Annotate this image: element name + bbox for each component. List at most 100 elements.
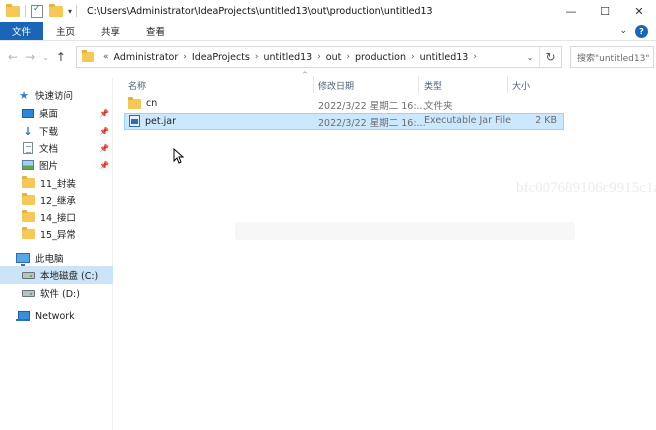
expand-ribbon-chevron-icon[interactable]: ⌄ bbox=[619, 26, 627, 36]
up-arrow-icon[interactable]: ↑ bbox=[56, 50, 66, 64]
breadcrumb-separator-icon[interactable]: › bbox=[346, 52, 350, 62]
sidebar-item-folder-14[interactable]: 14_接口 bbox=[0, 208, 113, 226]
toolbar-divider bbox=[25, 5, 26, 17]
sidebar-item-quick-access[interactable]: ★ 快速访问 bbox=[0, 86, 113, 104]
quick-access-toolbar: ▾ bbox=[0, 3, 72, 18]
breadcrumb-ideaprojects[interactable]: IdeaProjects bbox=[192, 52, 250, 63]
back-arrow-icon[interactable]: ← bbox=[8, 50, 18, 64]
breadcrumb-untitled13[interactable]: untitled13 bbox=[263, 52, 312, 63]
sidebar-item-downloads[interactable]: ↓ 下载 📌 bbox=[0, 122, 113, 140]
address-history-chevron-icon[interactable]: ⌄ bbox=[521, 53, 539, 62]
hidden-crumbs-chevron-icon[interactable]: « bbox=[103, 52, 109, 62]
sidebar-item-label: 快速访问 bbox=[35, 91, 74, 102]
sidebar-item-label: 图片 bbox=[39, 161, 59, 172]
recent-locations-chevron-icon[interactable]: ⌄ bbox=[42, 53, 49, 62]
breadcrumb-untitled13-current[interactable]: untitled13 bbox=[420, 52, 469, 63]
file-name: cn bbox=[146, 98, 158, 109]
documents-icon bbox=[23, 142, 33, 154]
column-header-name[interactable]: 名称 bbox=[128, 77, 313, 93]
file-type: 文件夹 bbox=[424, 101, 453, 112]
blurred-overlay bbox=[235, 222, 575, 240]
column-divider[interactable] bbox=[313, 76, 314, 93]
sidebar-item-label: 下载 bbox=[39, 127, 59, 138]
help-icon[interactable]: ? bbox=[635, 24, 648, 38]
mouse-cursor-icon bbox=[173, 148, 185, 164]
file-size: 2 KB bbox=[535, 115, 557, 126]
close-button[interactable]: ✕ bbox=[622, 0, 656, 22]
tab-view[interactable]: 查看 bbox=[133, 22, 178, 40]
file-list: ^ 名称 修改日期 类型 大小 cn 2022/3/22 星期二 16:... … bbox=[114, 71, 656, 430]
sidebar-item-folder-11[interactable]: 11_封装 bbox=[0, 174, 113, 192]
sidebar-item-network[interactable]: Network bbox=[0, 307, 113, 325]
new-folder-icon[interactable] bbox=[49, 3, 63, 17]
star-icon: ★ bbox=[19, 88, 29, 102]
download-icon: ↓ bbox=[23, 124, 33, 138]
breadcrumb-separator-icon[interactable]: › bbox=[255, 52, 259, 62]
sidebar-item-folder-15[interactable]: 15_异常 bbox=[0, 225, 113, 243]
pin-icon: 📌 bbox=[99, 143, 109, 153]
file-name-cell: cn bbox=[128, 96, 158, 109]
navigation-pane: ★ 快速访问 桌面 📌 ↓ 下载 📌 文档 📌 图片 📌 11_封装 12_继承… bbox=[0, 78, 113, 430]
file-row-cn[interactable]: cn 2022/3/22 星期二 16:... 文件夹 bbox=[124, 96, 564, 113]
search-box[interactable]: 搜索"untitled13" bbox=[570, 46, 654, 68]
breadcrumb-separator-icon[interactable]: › bbox=[317, 52, 321, 62]
sidebar-item-label: 11_封装 bbox=[40, 179, 76, 190]
ribbon-tabs: 文件 主页 共享 查看 ⌄ ? bbox=[0, 22, 656, 41]
tab-share[interactable]: 共享 bbox=[88, 22, 133, 40]
forward-arrow-icon[interactable]: → bbox=[25, 50, 35, 64]
folder-icon bbox=[82, 50, 94, 62]
network-icon bbox=[16, 311, 30, 321]
sidebar-item-this-pc[interactable]: 此电脑 bbox=[0, 249, 113, 267]
file-modified: 2022/3/22 星期二 16:... bbox=[318, 101, 426, 112]
breadcrumb-administrator[interactable]: Administrator bbox=[114, 52, 179, 63]
title-divider bbox=[76, 5, 78, 17]
sidebar-item-documents[interactable]: 文档 📌 bbox=[0, 139, 113, 157]
breadcrumb-separator-icon[interactable]: › bbox=[183, 52, 187, 62]
breadcrumb-separator-icon[interactable]: › bbox=[411, 52, 415, 62]
pin-icon: 📌 bbox=[99, 126, 109, 136]
column-divider[interactable] bbox=[418, 76, 419, 93]
sidebar-item-desktop[interactable]: 桌面 📌 bbox=[0, 104, 113, 122]
minimize-button[interactable]: — bbox=[554, 0, 588, 22]
breadcrumb-production[interactable]: production bbox=[355, 52, 406, 63]
tab-file[interactable]: 文件 bbox=[0, 22, 44, 40]
column-header-label: 大小 bbox=[512, 81, 531, 92]
address-bar[interactable]: « Administrator › IdeaProjects › untitle… bbox=[76, 46, 562, 68]
pictures-icon bbox=[22, 160, 34, 170]
sidebar-item-label: Network bbox=[35, 310, 75, 322]
customize-toolbar-chevron-icon[interactable]: ▾ bbox=[68, 7, 72, 16]
file-type: Executable Jar File bbox=[424, 115, 511, 126]
sidebar-item-label: 桌面 bbox=[39, 109, 59, 120]
column-divider[interactable] bbox=[507, 76, 508, 93]
breadcrumb-out[interactable]: out bbox=[326, 52, 342, 63]
column-header-modified[interactable]: 修改日期 bbox=[318, 77, 418, 93]
breadcrumb-separator-icon[interactable]: › bbox=[473, 52, 477, 62]
window-controls: — ☐ ✕ bbox=[554, 0, 656, 22]
title-bar: ▾ C:\Users\Administrator\IdeaProjects\un… bbox=[0, 0, 656, 22]
column-header-label: 类型 bbox=[424, 81, 443, 92]
search-placeholder[interactable]: 搜索"untitled13" bbox=[577, 51, 649, 64]
address-bar-actions: ⌄ ↻ bbox=[521, 47, 561, 67]
tab-home[interactable]: 主页 bbox=[43, 22, 88, 40]
properties-icon[interactable] bbox=[31, 4, 43, 18]
drive-icon bbox=[22, 271, 35, 279]
sidebar-item-label: 本地磁盘 (C:) bbox=[40, 271, 99, 282]
sidebar-item-local-disk-c[interactable]: 本地磁盘 (C:) bbox=[0, 266, 113, 284]
column-header-label: 名称 bbox=[128, 81, 147, 92]
sidebar-item-disk-d[interactable]: 软件 (D:) bbox=[0, 284, 113, 302]
maximize-button[interactable]: ☐ bbox=[588, 0, 622, 22]
column-header-type[interactable]: 类型 bbox=[424, 77, 508, 93]
drive-icon bbox=[22, 289, 35, 297]
file-row-pet-jar[interactable]: pet.jar 2022/3/22 星期二 16:... Executable … bbox=[124, 113, 564, 130]
column-header-size[interactable]: 大小 bbox=[512, 77, 562, 93]
sidebar-item-folder-12[interactable]: 12_继承 bbox=[0, 191, 113, 209]
refresh-icon[interactable]: ↻ bbox=[539, 47, 561, 67]
sidebar-item-label: 12_继承 bbox=[40, 196, 76, 207]
file-name-cell: pet.jar bbox=[128, 115, 176, 127]
address-row: ← → ⌄ ↑ « Administrator › IdeaProjects ›… bbox=[0, 41, 656, 73]
pin-icon: 📌 bbox=[99, 108, 109, 118]
sidebar-item-label: 14_接口 bbox=[40, 213, 76, 224]
sidebar-item-label: 软件 (D:) bbox=[40, 289, 80, 300]
file-modified: 2022/3/22 星期二 16:... bbox=[318, 118, 426, 129]
sidebar-item-pictures[interactable]: 图片 📌 bbox=[0, 156, 113, 174]
